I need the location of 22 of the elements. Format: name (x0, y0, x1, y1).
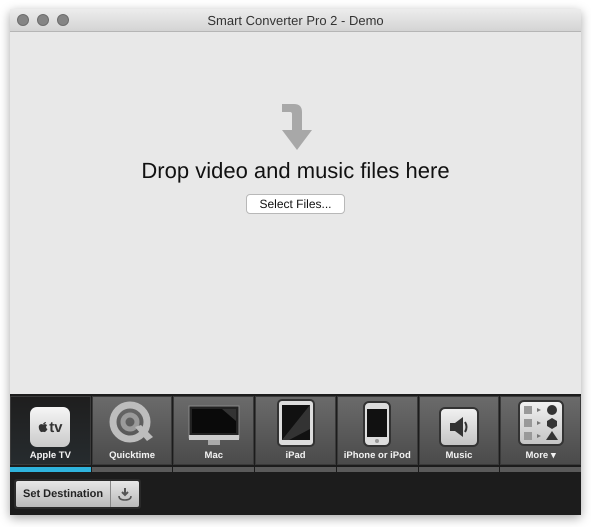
speaker-icon (438, 407, 479, 447)
zoom-button[interactable] (57, 14, 69, 26)
preset-tile[interactable]: Mac (173, 396, 254, 465)
tablet-icon (276, 399, 315, 447)
download-button[interactable] (111, 480, 140, 506)
preset-tile[interactable]: Music (418, 396, 500, 465)
preset-tile[interactable]: tv Apple TV (10, 396, 91, 465)
preset-tile[interactable]: Quicktime (92, 396, 172, 465)
apple-tv-icon: tv (30, 407, 70, 447)
minimize-button[interactable] (37, 14, 49, 26)
window-title: Smart Converter Pro 2 - Demo (207, 12, 384, 28)
preset-tile[interactable]: iPad (255, 396, 336, 465)
preset-tile[interactable]: iPhone or iPod (336, 396, 418, 465)
set-destination-button[interactable]: Set Destination (16, 480, 112, 506)
phone-icon (363, 401, 392, 447)
monitor-icon (188, 405, 240, 447)
shapes-grid-icon (518, 400, 564, 446)
close-button[interactable] (17, 14, 29, 26)
preset-tile[interactable]: More ▾ (500, 396, 582, 465)
download-icon (118, 486, 132, 500)
drop-message: Drop video and music files here (141, 158, 450, 184)
select-files-button[interactable]: Select Files... (246, 194, 345, 214)
